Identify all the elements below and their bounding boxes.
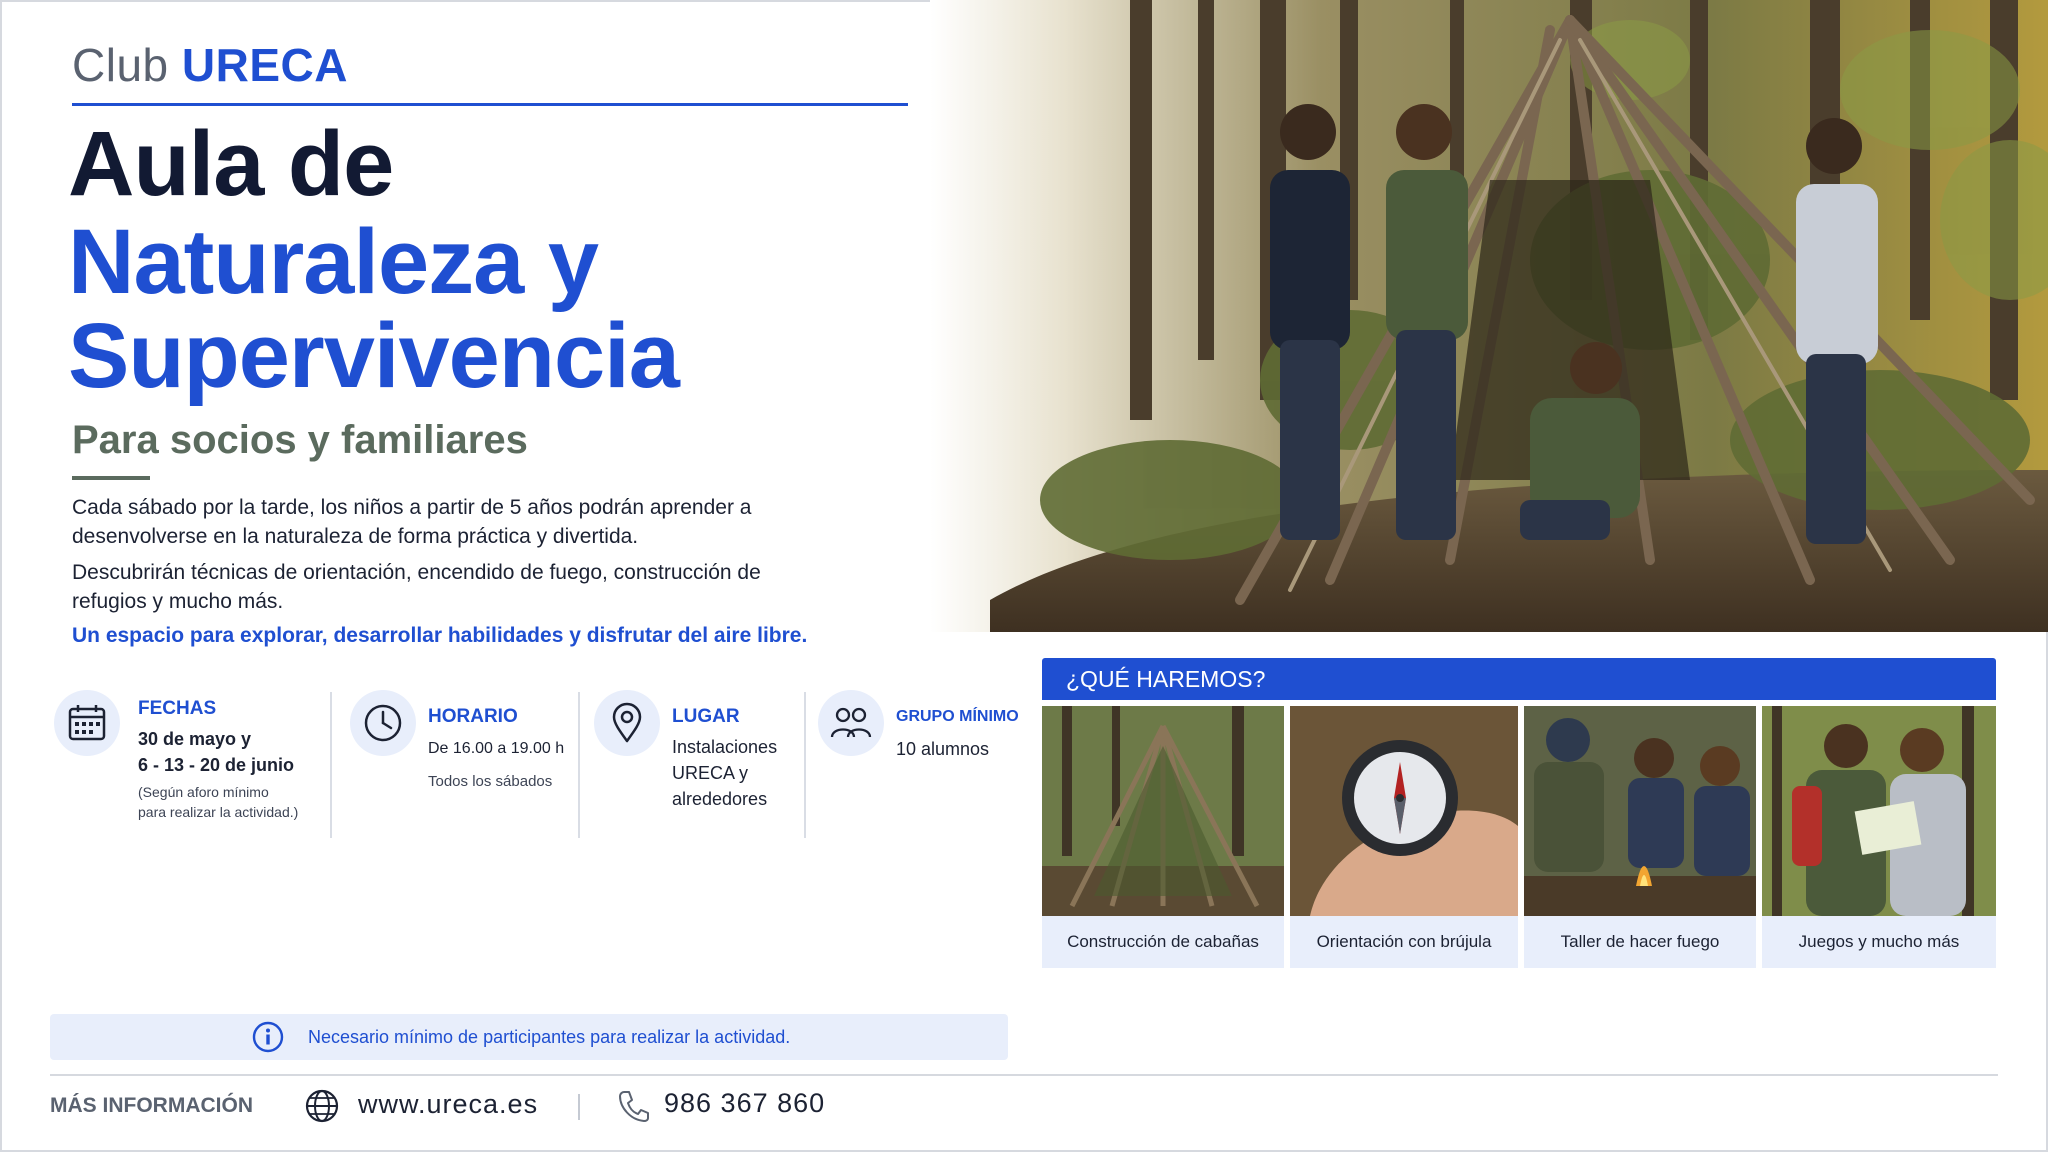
- intro-paragraph-2: Descubrirán técnicas de orientación, enc…: [72, 561, 761, 613]
- lugar-line-1: Instalaciones: [672, 737, 778, 757]
- footer-divider: [50, 1074, 1998, 1076]
- info-divider: [578, 692, 580, 838]
- fechas-note-1: (Según aforo mínimo: [138, 784, 269, 800]
- info-divider: [330, 692, 332, 838]
- club-divider: [72, 103, 908, 106]
- branch-shelter-photo: [1042, 706, 1284, 916]
- activity-caption: Juegos y mucho más: [1798, 932, 1960, 951]
- activity-caption: Construcción de cabañas: [1067, 932, 1259, 951]
- lugar-line-2: URECA y: [672, 763, 749, 783]
- globe-icon: [304, 1088, 340, 1124]
- info-icon: [252, 1021, 284, 1053]
- map-pin-icon: [594, 690, 660, 756]
- notice-text: Necesario mínimo de participantes para r…: [308, 1027, 791, 1047]
- footer-label: MÁS INFORMACIÓN: [50, 1094, 253, 1117]
- compass-photo: [1290, 706, 1518, 916]
- intro-tagline: Un espacio para explorar, desarrollar ha…: [72, 624, 808, 647]
- kids-map-photo: [1762, 706, 1996, 916]
- grupo-line-1: 10 alumnos: [896, 739, 990, 759]
- intro-paragraph-1: Cada sábado por la tarde, los niños a pa…: [72, 496, 752, 548]
- activities-heading: ¿QUÉ HAREMOS?: [1042, 658, 1996, 700]
- horario-line-1: De 16.00 a 19.00 h: [428, 740, 565, 757]
- fire-workshop-photo: [1524, 706, 1756, 916]
- fechas-line-1: 30 de mayo y: [138, 729, 252, 749]
- activity-caption: Orientación con brújula: [1316, 932, 1492, 951]
- page-title-line-3: Supervivencia: [68, 305, 680, 407]
- footer-separator: [578, 1094, 580, 1120]
- club-heading: Club URECA: [72, 38, 348, 92]
- club-prefix: Club: [72, 39, 169, 91]
- activity-card: Orientación con brújula: [1290, 706, 1518, 968]
- horario-line-2: Todos los sábados: [428, 773, 553, 790]
- calendar-icon: [54, 690, 120, 756]
- page-title-line-1: Aula de: [68, 113, 394, 215]
- lugar-label: LUGAR: [672, 706, 740, 727]
- phone-number[interactable]: 986 367 860: [664, 1088, 825, 1119]
- clock-icon: [350, 690, 416, 756]
- subtitle: Para socios y familiares: [72, 418, 528, 462]
- subtitle-divider: [72, 476, 150, 480]
- group-icon: [818, 690, 884, 756]
- website-link[interactable]: www.ureca.es: [358, 1089, 538, 1120]
- club-name: URECA: [181, 39, 348, 91]
- horario-label: HORARIO: [428, 706, 518, 727]
- fechas-line-2: 6 - 13 - 20 de junio: [138, 755, 295, 775]
- fechas-note-2: para realizar la actividad.): [138, 804, 299, 820]
- phone-icon: [616, 1088, 650, 1124]
- activity-card: Juegos y mucho más: [1762, 706, 1996, 968]
- page-title-line-2: Naturaleza y: [68, 211, 599, 313]
- lugar-line-3: alrededores: [672, 789, 768, 809]
- activity-card: Taller de hacer fuego: [1524, 706, 1756, 968]
- info-divider: [804, 692, 806, 838]
- hero-shelter-photo: [930, 0, 2048, 632]
- fechas-label: FECHAS: [138, 698, 217, 719]
- grupo-label: GRUPO MÍNIMO: [896, 708, 1019, 725]
- notice-bar: Necesario mínimo de participantes para r…: [50, 1014, 1008, 1060]
- activity-caption: Taller de hacer fuego: [1560, 932, 1720, 951]
- activity-card: Construcción de cabañas: [1042, 706, 1284, 968]
